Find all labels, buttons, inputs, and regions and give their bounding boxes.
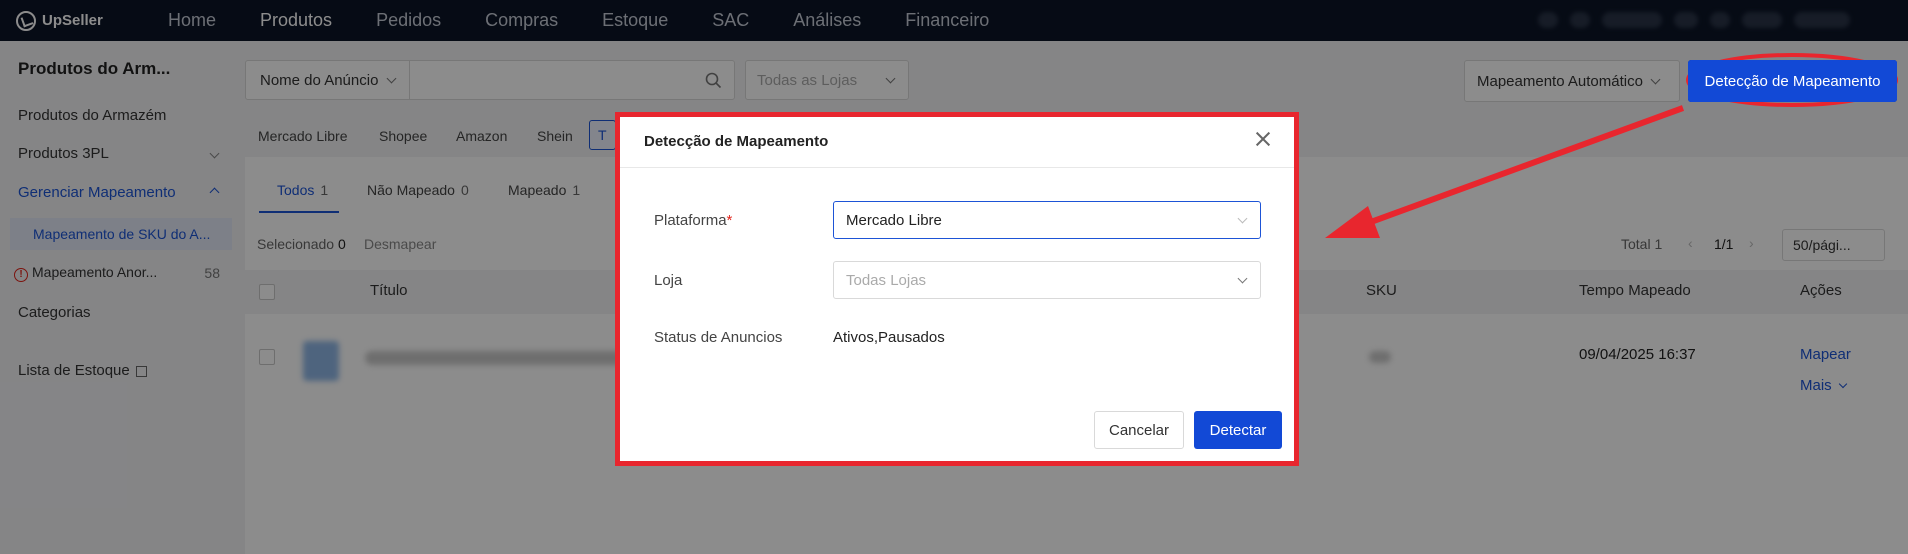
detect-mapping-modal: Detecção de Mapeamento Plataforma* Merca… <box>615 112 1299 466</box>
annotation-arrow-line <box>1358 105 1685 229</box>
store-select[interactable]: Todas Lojas <box>833 261 1261 299</box>
close-icon[interactable] <box>1254 130 1272 148</box>
platform-select[interactable]: Mercado Libre <box>833 201 1261 239</box>
chevron-down-icon <box>1237 273 1248 284</box>
store-label: Loja <box>654 272 683 289</box>
modal-divider <box>620 167 1294 168</box>
status-value: Ativos,Pausados <box>833 329 945 346</box>
platform-value: Mercado Libre <box>846 211 942 229</box>
detect-mapping-button-highlighted[interactable]: Detecção de Mapeamento <box>1688 60 1897 102</box>
annotation-arrow-head <box>1325 206 1380 238</box>
modal-title: Detecção de Mapeamento <box>644 133 829 150</box>
cancel-button[interactable]: Cancelar <box>1094 411 1184 449</box>
detect-button[interactable]: Detectar <box>1194 411 1282 449</box>
store-placeholder: Todas Lojas <box>846 271 927 289</box>
status-label: Status de Anuncios <box>654 329 783 346</box>
chevron-down-icon <box>1237 213 1248 224</box>
platform-label: Plataforma* <box>654 212 733 229</box>
